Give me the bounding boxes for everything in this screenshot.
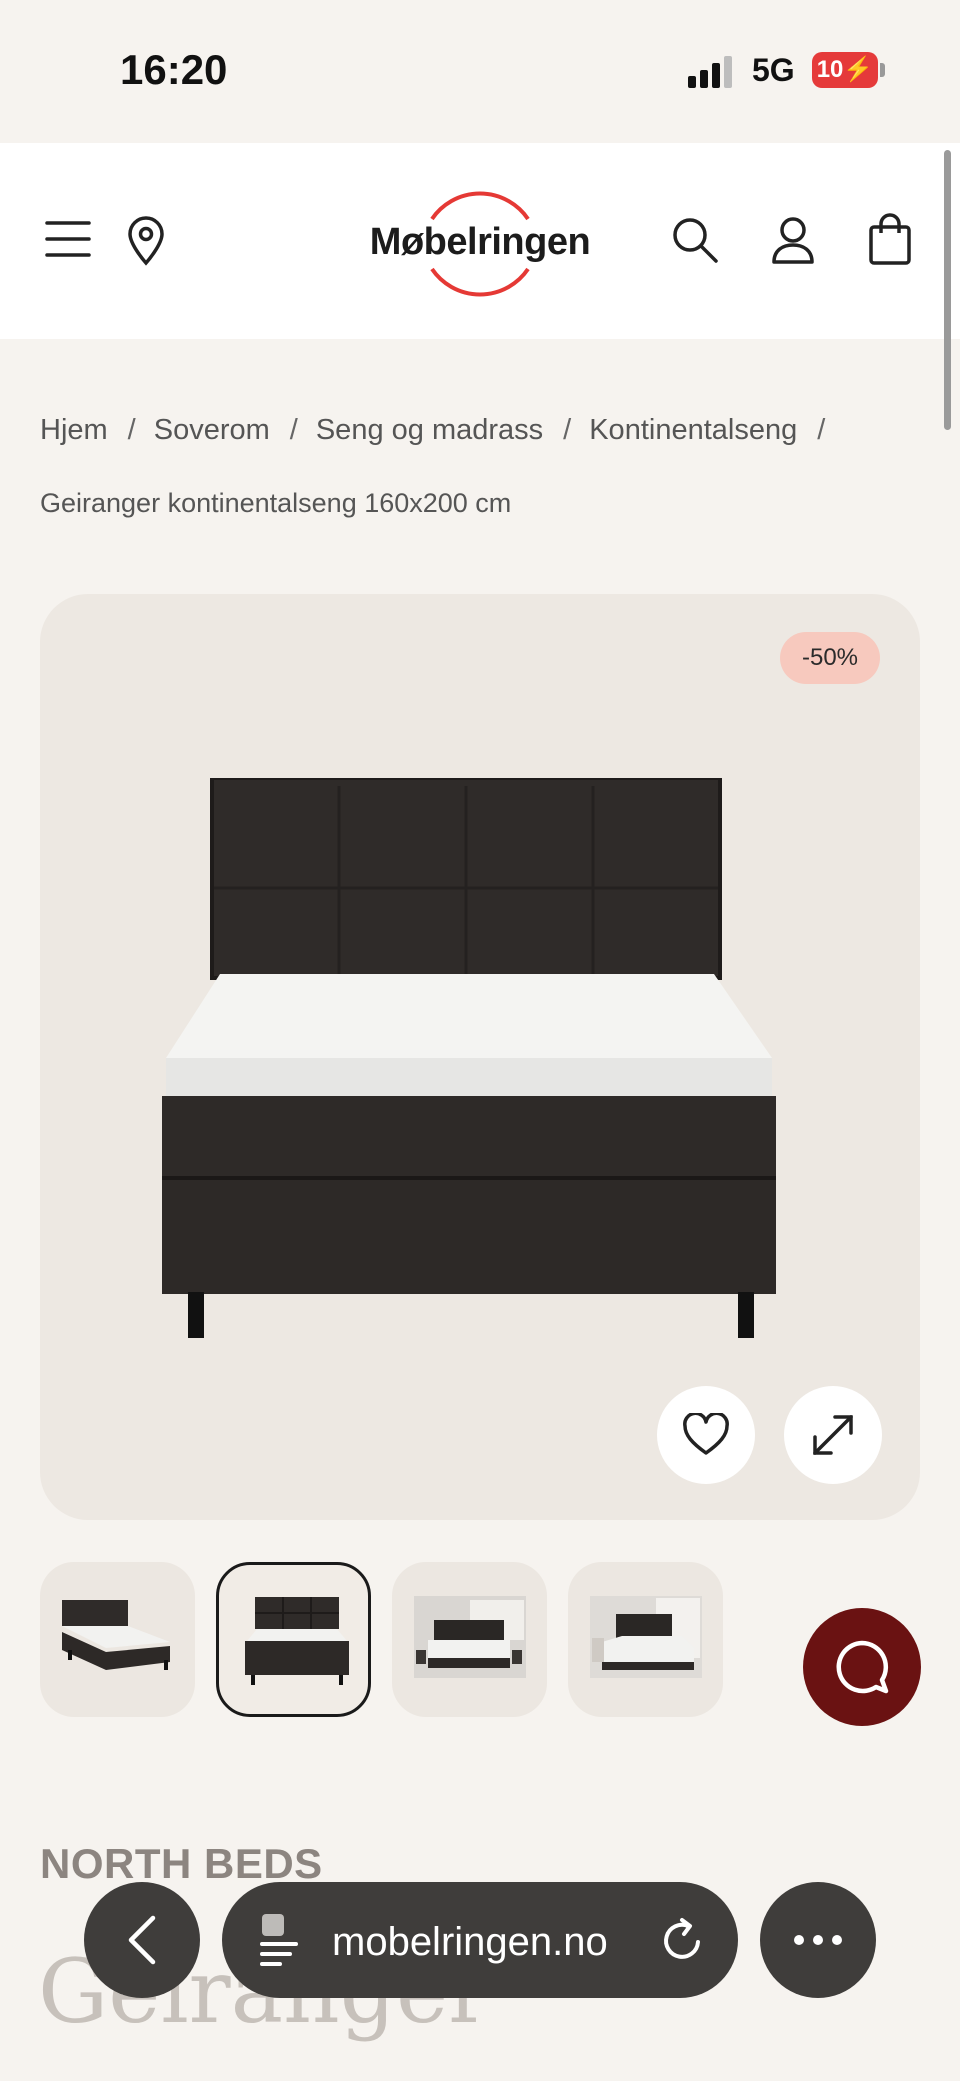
signal-icon — [688, 54, 734, 88]
expand-icon — [813, 1415, 853, 1455]
battery-icon: 10⚡ — [812, 52, 878, 88]
product-image-gallery[interactable]: -50% — [40, 594, 920, 1520]
status-time: 16:20 — [120, 46, 228, 93]
breadcrumb-link-continental-bed[interactable]: Kontinentalseng — [589, 410, 797, 450]
menu-icon[interactable] — [44, 215, 92, 263]
thumbnail-4[interactable] — [568, 1562, 723, 1717]
breadcrumb-separator: / — [127, 414, 136, 446]
breadcrumb-separator: / — [817, 414, 826, 446]
chat-icon — [836, 1640, 889, 1694]
status-bar: 16:20 5G 10⚡ — [0, 0, 960, 143]
url-text: mobelringen.no — [332, 1920, 608, 1964]
breadcrumb-current: Geiranger kontinentalseng 160x200 cm — [40, 488, 512, 518]
search-icon[interactable] — [668, 213, 722, 267]
user-icon[interactable] — [768, 213, 818, 267]
site-header: Møbelringen — [0, 143, 960, 339]
more-options-icon — [794, 1935, 842, 1945]
reload-icon[interactable] — [660, 1916, 706, 1964]
thumbnail-2[interactable] — [216, 1562, 371, 1717]
breadcrumb-link-bedroom[interactable]: Soverom — [154, 410, 270, 450]
favorite-button[interactable] — [657, 1386, 755, 1484]
thumbnail-3[interactable] — [392, 1562, 547, 1717]
browser-back-button[interactable] — [84, 1882, 200, 1998]
breadcrumb-separator: / — [563, 414, 572, 446]
network-type: 5G — [752, 52, 795, 88]
thumbnail-1[interactable] — [40, 1562, 195, 1717]
breadcrumb-link-home[interactable]: Hjem — [40, 410, 108, 450]
address-bar[interactable]: mobelringen.no — [222, 1882, 738, 1998]
battery-tip — [880, 63, 885, 77]
chat-button[interactable] — [803, 1608, 921, 1726]
page-menu-icon — [260, 1914, 298, 1966]
expand-image-button[interactable] — [784, 1386, 882, 1484]
breadcrumb-separator: / — [289, 414, 298, 446]
breadcrumb: Hjem / Soverom / Seng og madrass / Kontinental… — [40, 410, 940, 450]
scrollbar[interactable] — [944, 150, 951, 430]
shopping-bag-icon[interactable] — [864, 211, 916, 267]
product-image-bed — [162, 778, 776, 1338]
product-brand: NORTH BEDS — [40, 1840, 323, 1887]
site-logo[interactable]: Møbelringen — [350, 183, 610, 303]
location-pin-icon[interactable] — [122, 215, 170, 267]
browser-more-button[interactable] — [760, 1882, 876, 1998]
breadcrumb-link-bed-mattress[interactable]: Seng og madrass — [316, 410, 543, 450]
logo-text: Møbelringen — [369, 221, 591, 263]
chevron-left-icon — [128, 1915, 156, 1965]
discount-badge: -50% — [780, 632, 880, 684]
battery-level: 10 — [816, 56, 844, 83]
heart-icon — [683, 1413, 729, 1455]
thumbnail-strip — [40, 1562, 740, 1717]
